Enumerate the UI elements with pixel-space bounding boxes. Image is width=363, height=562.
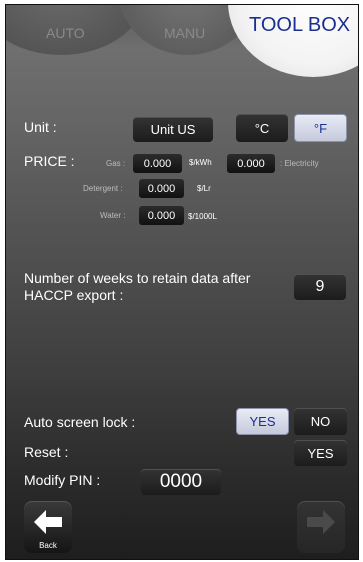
auto-lock-label: Auto screen lock : [24, 414, 136, 430]
electricity-price-field[interactable]: 0.000 [227, 154, 275, 173]
tab-toolbox[interactable]: TOOL BOX [249, 14, 350, 37]
tab-auto[interactable]: AUTO [46, 25, 85, 41]
arrow-right-icon [307, 510, 335, 534]
back-label: Back [39, 541, 57, 550]
celsius-button[interactable]: °C [236, 114, 288, 142]
retention-label-line1: Number of weeks to retain data after [24, 270, 251, 286]
electricity-label: : Electricity [280, 159, 319, 168]
tab-manu[interactable]: MANU [164, 25, 205, 41]
detergent-price-field[interactable]: 0.000 [139, 179, 184, 198]
retention-label-line2: HACCP export : [24, 287, 124, 303]
auto-lock-yes-button[interactable]: YES [236, 408, 289, 435]
auto-lock-no-button[interactable]: NO [294, 408, 347, 435]
back-button[interactable]: Back [24, 501, 72, 553]
water-price-field[interactable]: 0.000 [139, 206, 184, 225]
price-label: PRICE : [24, 153, 75, 169]
pin-value[interactable]: 0000 [141, 469, 221, 495]
unit-system-button[interactable]: Unit US [133, 117, 213, 142]
retention-weeks-value[interactable]: 9 [294, 274, 346, 300]
toolbox-screen: AUTO MANU TOOL BOX Unit : Unit US °C °F … [5, 4, 359, 560]
gas-label: Gas : [106, 159, 126, 168]
fahrenheit-button[interactable]: °F [294, 114, 347, 142]
unit-label: Unit : [24, 119, 57, 135]
pin-label: Modify PIN : [24, 472, 101, 488]
reset-yes-button[interactable]: YES [294, 440, 347, 466]
reset-label: Reset : [24, 444, 69, 460]
detergent-unit: $/Lr [197, 184, 211, 193]
detergent-label: Detergent : [83, 184, 123, 193]
arrow-left-icon [34, 510, 62, 534]
next-button [297, 501, 345, 553]
water-label: Water : [100, 211, 126, 220]
gas-unit: $/kWh [189, 158, 212, 167]
water-unit: $/1000L [188, 212, 217, 221]
gas-price-field[interactable]: 0.000 [133, 154, 182, 173]
